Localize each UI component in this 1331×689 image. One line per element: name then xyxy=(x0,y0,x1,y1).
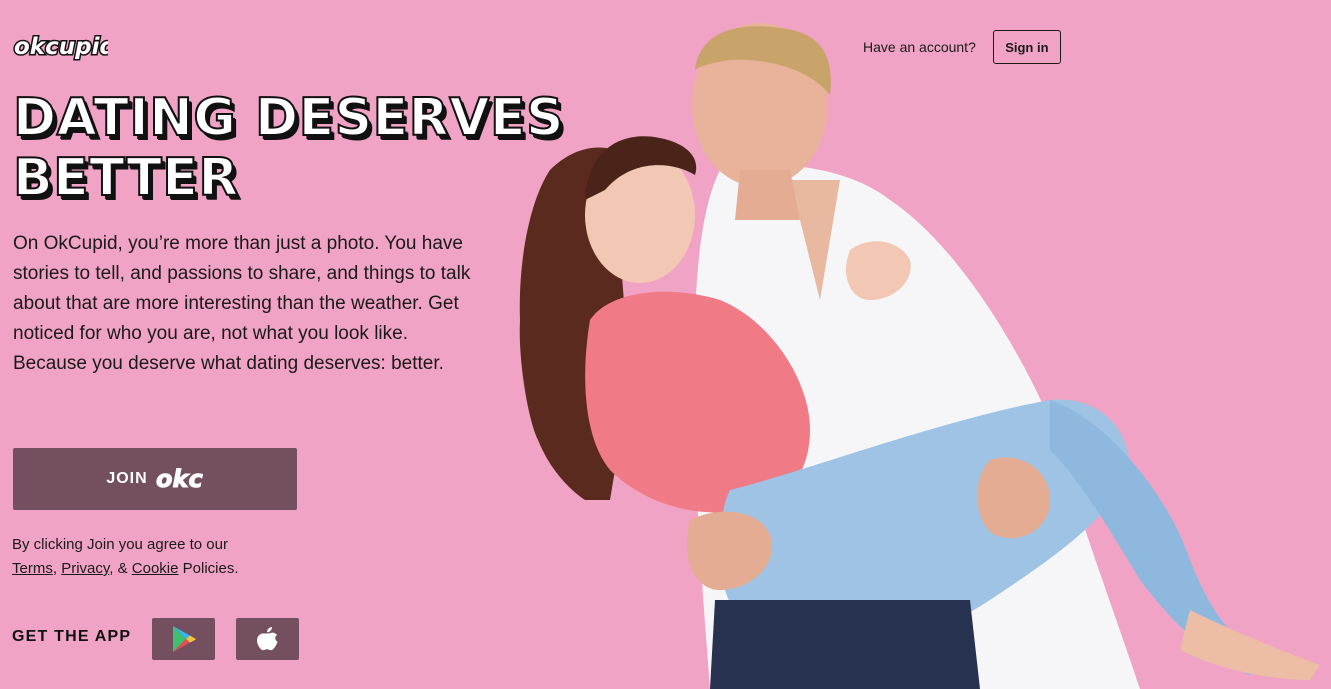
landing-page: okcupid Have an account? Sign in DATING … xyxy=(0,0,1331,689)
headline-line-1: DATING DESERVES xyxy=(12,87,564,149)
header-account: Have an account? Sign in xyxy=(863,29,1061,65)
terms-link[interactable]: Terms xyxy=(12,560,53,577)
legal-sep-2: , & xyxy=(109,560,128,577)
hero-intro: On OkCupid, you’re more than just a phot… xyxy=(13,233,471,374)
privacy-link[interactable]: Privacy xyxy=(61,560,109,577)
sign-in-button[interactable]: Sign in xyxy=(992,30,1061,64)
cookie-link[interactable]: Cookie xyxy=(132,560,179,577)
apple-icon xyxy=(256,627,278,651)
legal-prefix: By clicking Join you agree to our xyxy=(12,536,228,553)
get-the-app-label: GET THE APP xyxy=(12,628,132,645)
logo-text: okcupid xyxy=(14,34,108,60)
okc-logo: okc xyxy=(155,465,203,494)
hero-headline: DATING DESERVES BETTER xyxy=(12,87,573,209)
google-play-icon xyxy=(172,626,196,652)
legal-notice: By clicking Join you agree to our Terms,… xyxy=(12,533,312,581)
legal-sep-1: , xyxy=(52,560,58,577)
google-play-button[interactable] xyxy=(152,618,215,660)
have-account-text: Have an account? xyxy=(863,39,976,55)
okcupid-logo[interactable]: okcupid xyxy=(12,30,109,64)
okc-logo-text: okc xyxy=(156,465,203,493)
app-store-button[interactable] xyxy=(236,618,299,660)
headline-line-2: BETTER xyxy=(12,147,239,209)
hero-photo xyxy=(490,0,1331,689)
join-label: JOIN xyxy=(106,470,148,487)
legal-suffix: Policies. xyxy=(182,560,239,577)
join-button[interactable]: JOIN okc xyxy=(13,448,297,510)
